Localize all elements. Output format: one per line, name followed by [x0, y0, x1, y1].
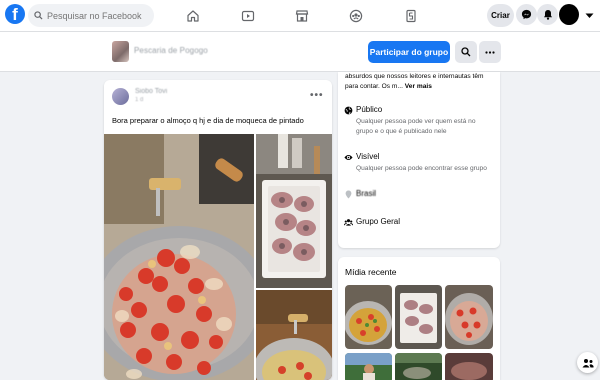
- menu-caret-icon[interactable]: [581, 6, 597, 26]
- media-thumbnail[interactable]: [345, 285, 392, 349]
- search-input[interactable]: [47, 10, 147, 21]
- more-icon: [485, 50, 495, 54]
- people-icon: [344, 219, 353, 226]
- group-header-bar: Pescaria de Pogogo: [0, 32, 600, 72]
- group-search-button[interactable]: [455, 41, 477, 63]
- join-group-button[interactable]: Participar do grupo: [368, 41, 450, 63]
- marketplace-icon[interactable]: [292, 6, 312, 26]
- privacy-description: Qualquer pessoa pode ver quem está no gr…: [356, 118, 476, 135]
- post-photo-grid: [104, 134, 332, 380]
- watch-icon[interactable]: [238, 6, 258, 26]
- new-message-button[interactable]: [577, 352, 598, 373]
- location-label: Brasil: [356, 189, 377, 198]
- post-author-avatar[interactable]: [112, 88, 129, 105]
- post-timestamp[interactable]: 1 d: [135, 97, 143, 103]
- visibility-title: Visível: [356, 152, 380, 161]
- group-type-title: Grupo Geral: [356, 217, 401, 226]
- group-more-button[interactable]: [479, 41, 501, 63]
- new-chat-icon: [582, 358, 593, 367]
- home-icon[interactable]: [183, 6, 203, 26]
- post-photo-pan[interactable]: [256, 290, 332, 380]
- eye-icon: [344, 155, 353, 160]
- facebook-logo[interactable]: f: [5, 4, 25, 24]
- groups-icon[interactable]: [346, 6, 366, 26]
- globe-icon: [344, 106, 353, 115]
- search-icon: [34, 11, 43, 20]
- messenger-icon[interactable]: [516, 4, 537, 25]
- media-thumbnail[interactable]: [445, 285, 493, 349]
- post-photo-fish[interactable]: [256, 134, 332, 288]
- group-description-line1: absurdos que nossos leitores e internaut…: [345, 73, 484, 80]
- create-button[interactable]: Criar: [487, 4, 514, 27]
- media-thumbnail[interactable]: [395, 353, 442, 380]
- gaming-icon[interactable]: [401, 6, 421, 26]
- media-thumbnail[interactable]: [345, 353, 392, 380]
- group-cover-thumbnail[interactable]: [112, 41, 129, 62]
- post-text: Bora preparar o almoço q hj e dia de moq…: [112, 116, 304, 125]
- top-navigation-bar: f Criar: [0, 0, 600, 32]
- media-thumbnail[interactable]: [445, 353, 493, 380]
- group-description: absurdos que nossos leitores e internaut…: [345, 72, 495, 92]
- see-more-link[interactable]: Ver mais: [405, 83, 432, 90]
- notifications-icon[interactable]: [537, 4, 558, 25]
- account-avatar[interactable]: [559, 4, 579, 25]
- recent-media-card: Mídia recente: [338, 257, 500, 380]
- location-pin-icon: [345, 190, 352, 199]
- group-about-card: absurdos que nossos leitores e internaut…: [338, 72, 500, 248]
- post-photo-main[interactable]: [104, 134, 254, 380]
- recent-media-title: Mídia recente: [345, 267, 397, 277]
- privacy-title: Público: [356, 105, 383, 114]
- post-card: Siobo Tovi 1 d ••• Bora preparar o almoç…: [104, 80, 332, 380]
- post-author-name[interactable]: Siobo Tovi: [135, 88, 167, 95]
- search-box[interactable]: [28, 4, 154, 27]
- group-description-line2: para contar. Os m...: [345, 83, 403, 90]
- group-name[interactable]: Pescaria de Pogogo: [134, 46, 208, 55]
- search-icon: [461, 47, 471, 57]
- post-options-button[interactable]: •••: [310, 90, 324, 101]
- media-thumbnail[interactable]: [395, 285, 442, 349]
- visibility-description: Qualquer pessoa pode encontrar esse grup…: [356, 165, 487, 172]
